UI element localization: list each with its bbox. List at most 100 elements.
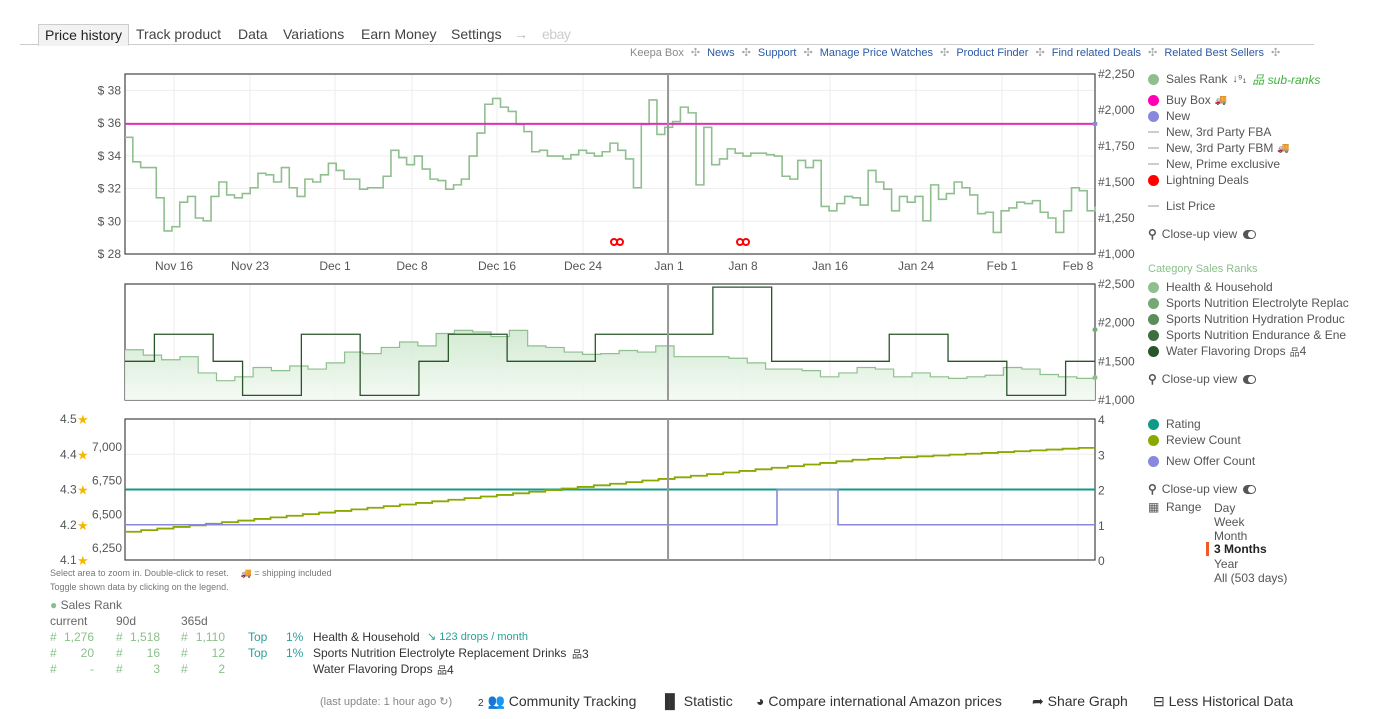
link-find-related-deals[interactable]: Find related Deals <box>1052 47 1141 59</box>
y-tick-label: $ 30 <box>98 214 122 228</box>
legend-label: Sports Nutrition Endurance & Ene <box>1166 328 1347 342</box>
closeup-toggle-main[interactable]: ⚲ Close-up view <box>1148 226 1320 242</box>
title-text: Sales Rank <box>60 598 122 612</box>
less-historical-button[interactable]: ⊟ Less Historical Data <box>1153 693 1293 710</box>
search-icon: ⚲ <box>1148 372 1157 386</box>
rank-365d: 2 <box>218 662 225 676</box>
new-offer-count-line <box>125 488 1095 526</box>
tab-data[interactable]: Data <box>238 24 268 44</box>
legend-rating[interactable]: Rating <box>1148 416 1256 432</box>
closeup-toggle-category[interactable]: ⚲ Close-up view <box>1148 371 1349 387</box>
link-manage-price-watches[interactable]: Manage Price Watches <box>820 47 933 59</box>
link-support[interactable]: Support <box>758 47 797 59</box>
link-keepa-box[interactable]: Keepa Box <box>630 47 684 59</box>
tab-bar: Price history Track product Data Variati… <box>20 24 1314 46</box>
toggle-icon[interactable] <box>1243 374 1257 384</box>
legend-list-price[interactable]: List Price <box>1148 198 1320 214</box>
trend-down-icon: ↘ <box>427 631 437 643</box>
y-right-tick-label: #1,000 <box>1098 393 1135 407</box>
category-name: Sports Nutrition Electrolyte Replacement… <box>313 646 567 660</box>
legend-lightning-deals[interactable]: Lightning Deals <box>1148 172 1320 188</box>
range-year[interactable]: Year <box>1214 557 1238 571</box>
rating-dot <box>1148 418 1159 430</box>
legend-new[interactable]: New <box>1148 108 1320 124</box>
rating-chart-panel: 012344.1 ★4.2 ★4.3 ★4.4 ★4.5 ★6,2506,5006,750… <box>60 412 1105 568</box>
drops-info: ↘ 123 drops / month <box>427 630 528 643</box>
sales-rank-title: ● Sales Rank <box>50 598 122 612</box>
tab-price-history[interactable]: Price history <box>38 24 130 46</box>
compare-prices-button[interactable]: ◕ Compare international Amazon prices <box>756 693 1002 709</box>
dash-icon <box>1148 147 1159 149</box>
drops-text: 123 drops / month <box>439 631 528 643</box>
rating-tick-label: 4.5 <box>60 412 77 426</box>
legend-sales-rank[interactable]: Sales Rank ↓⁹₁ 品 sub-ranks <box>1148 71 1320 87</box>
link-news[interactable]: News <box>707 47 735 59</box>
toggle-icon[interactable] <box>1243 229 1257 239</box>
statistic-label: Statistic <box>683 693 733 709</box>
y-right-tick-label: #1,750 <box>1098 139 1135 153</box>
closeup-toggle-rating[interactable]: ⚲ Close-up view <box>1148 481 1257 497</box>
link-product-finder[interactable]: Product Finder <box>956 47 1028 59</box>
y-tick-label: $ 34 <box>98 149 122 163</box>
refresh-icon[interactable]: ↻ <box>439 696 448 708</box>
link-related-best-sellers[interactable]: Related Best Sellers <box>1164 47 1264 59</box>
top-pct: 1% <box>286 630 304 644</box>
truck-icon: 🚚 <box>1214 94 1228 106</box>
range-3-months[interactable]: 3 Months <box>1214 542 1267 556</box>
legend-buy-box[interactable]: Buy Box 🚚 <box>1148 92 1320 108</box>
offer-dot <box>1148 455 1159 467</box>
legend-new-prime[interactable]: New, Prime exclusive <box>1148 156 1320 172</box>
sort-icon[interactable]: ↓⁹₁ <box>1232 73 1246 85</box>
legend-label: Sports Nutrition Hydration Produc <box>1166 312 1345 326</box>
header-365d: 365d <box>181 614 208 628</box>
legend-cat-water[interactable]: Water Flavoring Drops 品 4 <box>1148 343 1349 359</box>
y-right-tick-label: #2,250 <box>1098 67 1135 81</box>
legend-cat-electrolyte[interactable]: Sports Nutrition Electrolyte Replac <box>1148 295 1349 311</box>
range-month[interactable]: Month <box>1214 529 1247 543</box>
cat-dot <box>1148 313 1159 325</box>
tab-track-product[interactable]: Track product <box>136 24 221 44</box>
legend-new-fba[interactable]: New, 3rd Party FBA <box>1148 124 1320 140</box>
legend-cat-health[interactable]: Health & Household <box>1148 279 1349 295</box>
tab-ebay[interactable]: ebay <box>542 24 571 44</box>
community-tracking-button[interactable]: 2 👥 Community Tracking <box>478 693 636 710</box>
rating-tick-label: 4.3 <box>60 483 77 497</box>
legend-label: Water Flavoring Drops <box>1166 344 1286 358</box>
sub-count[interactable]: 品4 <box>437 662 454 677</box>
cat-dot <box>1148 297 1159 309</box>
dot-icon: ● <box>50 598 58 612</box>
tab-settings[interactable]: Settings <box>451 24 502 44</box>
x-tick-label: Dec 8 <box>396 259 428 273</box>
legend-new-fbm[interactable]: New, 3rd Party FBM 🚚 <box>1148 140 1320 156</box>
sub-ranks-toggle[interactable]: 品 sub-ranks <box>1252 71 1320 88</box>
separator-icon: ✣ <box>1148 47 1158 59</box>
legend-cat-endurance[interactable]: Sports Nutrition Endurance & Ene <box>1148 327 1349 343</box>
sub-count[interactable]: 品3 <box>572 646 589 661</box>
legend-review-count[interactable]: Review Count <box>1148 432 1256 448</box>
sitemap-icon: 品 <box>1252 72 1265 87</box>
last-update-text: (last update: 1 hour ago <box>320 696 437 708</box>
range-week[interactable]: Week <box>1214 515 1244 529</box>
tab-earn-money[interactable]: Earn Money <box>361 24 436 44</box>
y-right-tick-label: #1,000 <box>1098 247 1135 261</box>
statistic-button[interactable]: ▐▌ Statistic <box>660 693 733 709</box>
calendar-icon: ▦ <box>1148 500 1160 514</box>
range-all[interactable]: All (503 days) <box>1214 571 1287 585</box>
legend-new-offer-count[interactable]: New Offer Count <box>1148 453 1256 469</box>
range-day[interactable]: Day <box>1214 501 1235 515</box>
rating-tick-label: 4.2 <box>60 518 77 532</box>
minus-square-icon: ⊟ <box>1153 693 1165 709</box>
dash-icon <box>1148 163 1159 165</box>
new-dot <box>1148 110 1159 122</box>
share-graph-button[interactable]: ➦ Share Graph <box>1032 693 1128 710</box>
separator-icon: ✣ <box>803 47 813 59</box>
tab-variations[interactable]: Variations <box>283 24 344 44</box>
toggle-icon[interactable] <box>1243 484 1257 494</box>
new-price-point <box>1092 121 1098 127</box>
sub-count-text: 3 <box>582 647 589 661</box>
y-right-tick-label: #1,500 <box>1098 175 1135 189</box>
legend-label: New Offer Count <box>1166 454 1256 468</box>
last-update: (last update: 1 hour ago ↻) <box>320 696 453 708</box>
legend-cat-hydration[interactable]: Sports Nutrition Hydration Produc <box>1148 311 1349 327</box>
legend-label: List Price <box>1166 199 1216 213</box>
